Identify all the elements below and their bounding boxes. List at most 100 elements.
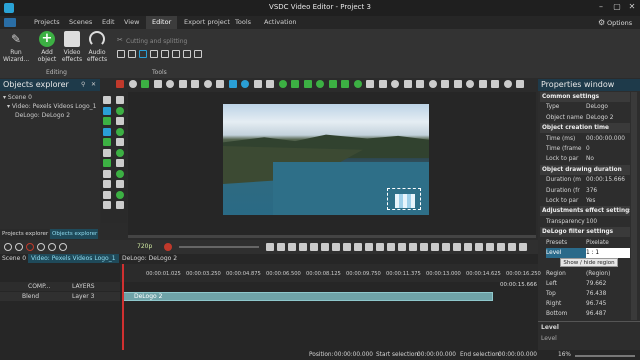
properties-scrollbar[interactable] bbox=[631, 92, 637, 320]
transport-button[interactable] bbox=[354, 243, 362, 251]
toolbar-button[interactable] bbox=[166, 80, 174, 88]
transport-button[interactable] bbox=[508, 243, 516, 251]
toolbar-button[interactable] bbox=[241, 80, 249, 88]
tab-video[interactable]: Video: Pexels Videos Logo_1 bbox=[28, 254, 119, 263]
toolbar-button[interactable] bbox=[466, 80, 474, 88]
property-section[interactable]: DeLogo filter settings bbox=[540, 227, 630, 238]
transport-button[interactable] bbox=[409, 243, 417, 251]
region-value[interactable]: 96.487 bbox=[586, 309, 630, 319]
toolbar-button[interactable] bbox=[303, 80, 312, 88]
tool-button[interactable] bbox=[103, 138, 111, 146]
toolbar-button[interactable] bbox=[378, 80, 387, 88]
transport-button[interactable] bbox=[310, 243, 318, 251]
toolbar-button[interactable] bbox=[253, 80, 262, 88]
menu-scenes[interactable]: Scenes bbox=[66, 18, 95, 26]
track-row[interactable] bbox=[0, 292, 120, 301]
tool-button[interactable] bbox=[103, 201, 111, 209]
toolbar-button[interactable] bbox=[366, 80, 374, 88]
toolbar-button[interactable] bbox=[416, 80, 424, 88]
transport-button[interactable] bbox=[431, 243, 439, 251]
tool-button[interactable] bbox=[116, 201, 124, 209]
property-value[interactable]: 00:00:00.000 bbox=[586, 134, 630, 144]
tool-button[interactable] bbox=[116, 96, 124, 104]
transport-button[interactable] bbox=[4, 243, 12, 251]
options-button[interactable]: Options bbox=[607, 19, 632, 27]
toolbar-button[interactable] bbox=[141, 80, 149, 88]
property-section[interactable]: Object drawing duration bbox=[540, 164, 630, 175]
property-section[interactable]: Common settings bbox=[540, 92, 630, 102]
tool-button[interactable] bbox=[116, 138, 124, 146]
property-section[interactable]: Object creation time bbox=[540, 123, 630, 134]
region-value[interactable]: 79.662 bbox=[586, 279, 630, 289]
audio-effects-button[interactable]: Audio effects bbox=[85, 31, 109, 63]
video-effects-button[interactable]: Video effects bbox=[61, 31, 83, 63]
quality-select[interactable]: 720p bbox=[137, 243, 152, 250]
transport-button[interactable] bbox=[343, 243, 351, 251]
menu-view[interactable]: View bbox=[121, 18, 142, 26]
toolbar-button[interactable] bbox=[178, 80, 187, 88]
toolbar-button[interactable] bbox=[150, 50, 158, 58]
tab-projects-explorer[interactable]: Projects explorer bbox=[0, 229, 49, 239]
zoom-slider[interactable] bbox=[575, 355, 635, 357]
transport-button[interactable] bbox=[59, 243, 67, 251]
transport-button[interactable] bbox=[288, 243, 296, 251]
toolbar-button[interactable] bbox=[266, 80, 274, 88]
transport-button[interactable] bbox=[442, 243, 450, 251]
toolbar-button[interactable] bbox=[183, 50, 191, 58]
toolbar-button[interactable] bbox=[428, 80, 437, 88]
property-value[interactable]: DeLogo 2 bbox=[586, 113, 630, 123]
toolbar-button[interactable] bbox=[194, 50, 202, 58]
transport-button[interactable] bbox=[26, 243, 34, 251]
tool-button[interactable] bbox=[116, 180, 124, 188]
menu-projects[interactable]: Projects bbox=[31, 18, 63, 26]
transport-button[interactable] bbox=[15, 243, 23, 251]
toolbar-button[interactable] bbox=[341, 80, 349, 88]
toolbar-button[interactable] bbox=[391, 80, 399, 88]
transport-button[interactable] bbox=[266, 243, 274, 251]
cut-icon[interactable]: ✂ bbox=[117, 36, 123, 44]
toolbar-button[interactable] bbox=[161, 50, 169, 58]
tree-item-scene[interactable]: ▾ Scene 0 bbox=[3, 93, 100, 102]
tool-button[interactable] bbox=[103, 190, 111, 199]
maximize-button[interactable]: ▢ bbox=[610, 2, 624, 14]
tree-item-video[interactable]: ▾ Video: Pexels Videos Logo_1 bbox=[3, 102, 100, 111]
tool-button[interactable] bbox=[116, 127, 124, 136]
transport-button[interactable] bbox=[486, 243, 494, 251]
tool-button[interactable] bbox=[103, 180, 111, 188]
show-hide-region-button[interactable]: Show / hide region bbox=[560, 258, 618, 268]
property-value[interactable]: Pixelate bbox=[586, 238, 630, 248]
tool-button[interactable] bbox=[103, 96, 111, 104]
property-value[interactable]: 100 bbox=[586, 217, 630, 227]
pin-icon[interactable]: ⚲ bbox=[81, 81, 85, 88]
toolbar-button[interactable] bbox=[216, 80, 224, 88]
property-value[interactable]: DeLogo bbox=[586, 102, 630, 112]
toolbar-button[interactable] bbox=[453, 80, 462, 88]
region-value[interactable]: 96.745 bbox=[586, 299, 630, 309]
toolbar-button[interactable] bbox=[116, 80, 124, 88]
preview-scrollbar[interactable] bbox=[128, 235, 536, 238]
tree-item-delogo[interactable]: DeLogo: DeLogo 2 bbox=[3, 111, 100, 120]
toolbar-button[interactable] bbox=[478, 80, 487, 88]
tool-button[interactable] bbox=[116, 117, 124, 125]
region-value[interactable]: (Region) bbox=[586, 269, 630, 279]
volume-slider[interactable] bbox=[179, 246, 259, 248]
transport-button[interactable] bbox=[277, 243, 285, 251]
transport-button[interactable] bbox=[519, 243, 527, 251]
toolbar-button[interactable] bbox=[228, 80, 237, 88]
transport-button[interactable] bbox=[398, 243, 406, 251]
property-value[interactable]: 0 bbox=[586, 144, 630, 154]
menu-export-project[interactable]: Export project bbox=[181, 18, 233, 26]
blend-label[interactable]: Blend bbox=[22, 293, 39, 300]
transport-button[interactable] bbox=[376, 243, 384, 251]
transport-button[interactable] bbox=[37, 243, 45, 251]
toolbar-button[interactable] bbox=[191, 80, 199, 88]
region-value[interactable]: 76.438 bbox=[586, 289, 630, 299]
playhead-icon[interactable] bbox=[122, 264, 124, 350]
toolbar-button[interactable] bbox=[117, 50, 125, 58]
transport-button[interactable] bbox=[299, 243, 307, 251]
toolbar-button[interactable] bbox=[128, 80, 137, 88]
toolbar-button[interactable] bbox=[139, 50, 147, 58]
tab-delogo[interactable]: DeLogo: DeLogo 2 bbox=[122, 255, 177, 262]
tool-button[interactable] bbox=[103, 148, 111, 157]
transport-button[interactable] bbox=[420, 243, 428, 251]
